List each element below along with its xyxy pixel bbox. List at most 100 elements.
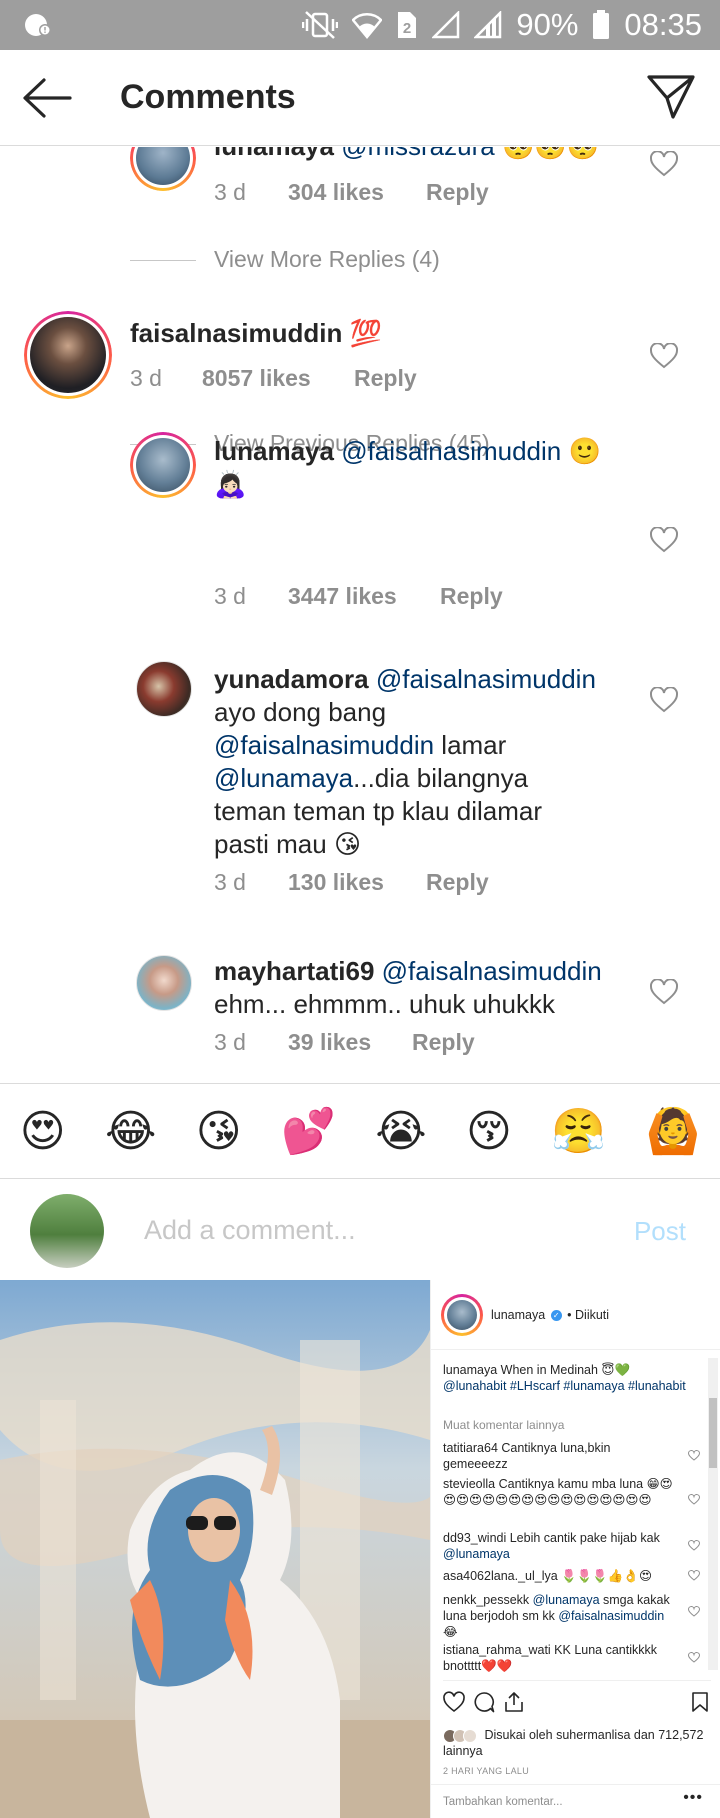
comment-emoji: 🙇🏻‍♀️ [214, 469, 247, 499]
comment-mention[interactable]: @faisalnasimuddin [214, 730, 434, 760]
post-comment-user[interactable]: tatitiara64 [443, 1441, 498, 1455]
comment-username[interactable]: lunamaya [214, 147, 334, 161]
emoji-two-hearts[interactable]: 💕 [281, 1105, 336, 1157]
like-heart-icon[interactable] [688, 1606, 700, 1617]
comments-scrollbar[interactable] [708, 1358, 718, 1670]
post-header: lunamaya ✓ • Diikuti [431, 1280, 720, 1350]
liked-by-prefix: Disukai oleh [484, 1728, 557, 1742]
liked-by-user[interactable]: suhermanlisa [556, 1728, 630, 1742]
comment-username[interactable]: mayhartati69 [214, 956, 374, 986]
comment-time: 3 d [130, 365, 162, 391]
reply-button[interactable]: Reply [440, 583, 503, 610]
add-comment-bar: Post [0, 1180, 720, 1280]
app-header: Comments [0, 50, 720, 146]
reply-button[interactable]: Reply [354, 365, 417, 392]
page-title: Comments [120, 78, 296, 116]
like-heart-icon[interactable] [688, 1652, 700, 1663]
emoji-kiss[interactable]: 😘 [196, 1106, 242, 1157]
comment-likes[interactable]: 3447 likes [288, 583, 440, 610]
avatar[interactable] [130, 147, 196, 191]
direct-send-icon[interactable] [646, 74, 696, 120]
like-heart-icon[interactable] [688, 1570, 700, 1581]
liker-avatar [463, 1728, 477, 1743]
comment-emoji: 🥺🥺🥺 [502, 147, 599, 161]
post-comment: dd93_windi Lebih cantik pake hijab kak @… [443, 1530, 673, 1562]
like-heart-icon[interactable] [688, 1540, 700, 1551]
vibrate-mute-icon [302, 11, 339, 39]
like-heart-icon[interactable] [650, 527, 678, 553]
comment-mention[interactable]: @missrazura [341, 147, 495, 161]
avatar[interactable] [130, 432, 196, 498]
comment-likes[interactable]: 130 likes [288, 869, 426, 896]
comment-likes[interactable]: 8057 likes [202, 365, 354, 392]
comment-mention[interactable]: @faisalnasimuddin [341, 436, 561, 466]
like-heart-icon[interactable] [650, 343, 678, 369]
emoji-kissing[interactable]: 😚 [466, 1106, 512, 1157]
avatar[interactable] [24, 311, 112, 399]
comment-meta: 3 d 39 likes Reply [214, 1029, 475, 1056]
liked-by: Disukai oleh suhermanlisa dan 712,572 la… [443, 1727, 713, 1759]
comment-meta: 3 d 130 likes Reply [214, 869, 489, 896]
share-icon[interactable] [503, 1691, 525, 1713]
reply-button[interactable]: Reply [426, 179, 489, 206]
post-comment-text: Lebih cantik pake hijab kak [506, 1531, 660, 1545]
post-comment-mention[interactable]: @lunamaya [443, 1547, 510, 1561]
comment-emoji: 🙂 [561, 436, 601, 466]
post-comment: tatitiara64 Cantiknya luna,bkin gemeeeez… [443, 1440, 673, 1472]
post-author-username[interactable]: lunamaya [491, 1308, 545, 1322]
comment-likes[interactable]: 304 likes [288, 179, 426, 206]
bookmark-icon[interactable] [689, 1691, 711, 1713]
status-bar: 2 90% 08:35 [0, 0, 720, 50]
like-heart-icon[interactable] [650, 979, 678, 1005]
comment-mention[interactable]: @faisalnasimuddin [376, 664, 596, 694]
post-comment: stevieolla Cantiknya kamu mba luna 😁😍😍😍😍… [443, 1476, 673, 1508]
comment-username[interactable]: faisalnasimuddin [130, 318, 342, 348]
post-side-panel: lunamaya ✓ • Diikuti lunamaya When in Me… [430, 1280, 720, 1818]
emoji-heart-eyes[interactable]: 😍 [20, 1106, 66, 1157]
emoji-ok-gesture[interactable]: 🙆 [645, 1105, 700, 1157]
comment-input[interactable] [144, 1202, 604, 1258]
reply-button[interactable]: Reply [426, 869, 489, 896]
back-arrow-icon[interactable] [20, 76, 74, 120]
view-more-replies-link[interactable]: View More Replies (4) [214, 246, 440, 273]
post-button[interactable]: Post [634, 1216, 686, 1247]
emoji-sob[interactable]: 😭 [375, 1106, 426, 1157]
post-comment-user[interactable]: nenkk_pessekk [443, 1593, 529, 1607]
comment-mention[interactable]: @faisalnasimuddin [382, 956, 602, 986]
avatar[interactable] [136, 955, 192, 1011]
comment-icon[interactable] [473, 1691, 495, 1713]
comment-username[interactable]: yunadamora [214, 664, 369, 694]
avatar[interactable] [136, 661, 192, 717]
post-comment-mention[interactable]: @lunamaya [533, 1593, 600, 1607]
comment-username[interactable]: lunamaya [214, 436, 334, 466]
notification-icon [25, 14, 51, 36]
caption-tags[interactable]: @lunahabit #LHscarf #lunamaya #lunahabit [443, 1379, 686, 1393]
more-options-icon[interactable]: ••• [683, 1789, 703, 1807]
post-photo[interactable] [0, 1280, 430, 1818]
emoji-joy[interactable]: 😂 [105, 1106, 156, 1157]
comment-time: 3 d [214, 1029, 246, 1055]
comment-likes[interactable]: 39 likes [288, 1029, 412, 1056]
post-comment-user[interactable]: stevieolla [443, 1477, 495, 1491]
like-icon[interactable] [443, 1691, 465, 1713]
clock: 08:35 [624, 7, 702, 42]
follow-status[interactable]: • Diikuti [567, 1308, 609, 1322]
like-heart-icon[interactable] [650, 151, 678, 177]
caption-username[interactable]: lunamaya [443, 1363, 497, 1377]
wifi-icon [352, 13, 383, 39]
like-heart-icon[interactable] [650, 687, 678, 713]
scrollbar-thumb[interactable] [709, 1398, 717, 1468]
post-author-avatar[interactable] [441, 1294, 483, 1336]
comment-mention[interactable]: @lunamaya [214, 763, 353, 793]
like-heart-icon[interactable] [688, 1450, 700, 1461]
emoji-triumph[interactable]: 😤 [551, 1105, 606, 1157]
reply-button[interactable]: Reply [412, 1029, 475, 1056]
post-comment-user[interactable]: dd93_windi [443, 1531, 506, 1545]
post-comment-user[interactable]: asa4062lana._ul_lya [443, 1569, 558, 1583]
like-heart-icon[interactable] [688, 1494, 700, 1505]
post-comment-mention[interactable]: @faisalnasimuddin [558, 1609, 664, 1623]
post-comment-user[interactable]: istiana_rahma_wati [443, 1643, 551, 1657]
post-comment-input[interactable] [443, 1791, 663, 1813]
load-more-comments-link[interactable]: Muat komentar lainnya [443, 1418, 564, 1432]
comment-time: 3 d [214, 583, 246, 609]
